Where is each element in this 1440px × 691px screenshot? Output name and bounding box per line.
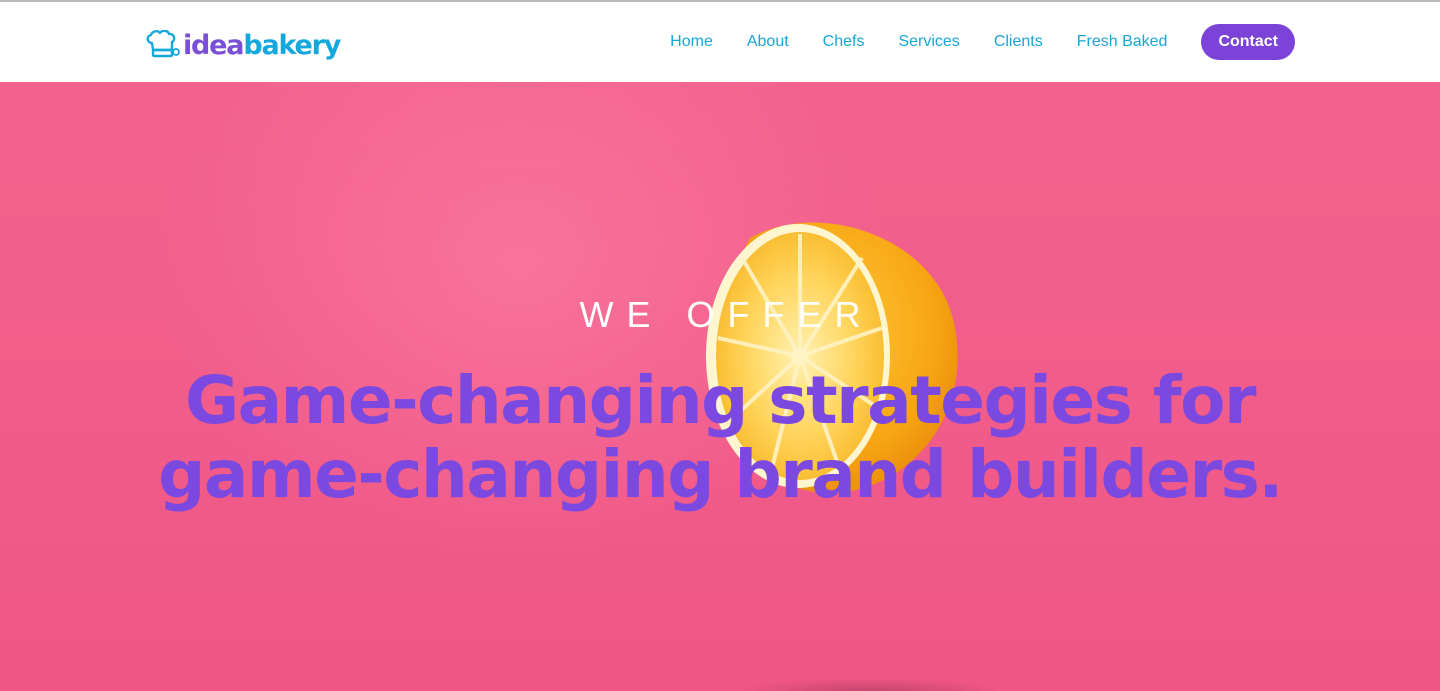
site-logo[interactable]: ideabakery bbox=[145, 26, 341, 64]
site-header: ideabakery Home About Chefs Services Cli… bbox=[0, 2, 1440, 82]
nav-link-clients[interactable]: Clients bbox=[994, 33, 1043, 51]
hero-section: WE OFFER Game-changing strategies for ga… bbox=[0, 82, 1440, 691]
hero-eyebrow: WE OFFER bbox=[579, 294, 874, 335]
logo-wordmark: ideabakery bbox=[183, 29, 341, 61]
hero-bottom-shadow bbox=[740, 678, 1000, 691]
contact-button[interactable]: Contact bbox=[1201, 24, 1295, 60]
hero-headline-line-1: Game-changing strategies for bbox=[184, 362, 1257, 439]
nav-link-services[interactable]: Services bbox=[898, 33, 959, 51]
nav-link-fresh-baked[interactable]: Fresh Baked bbox=[1077, 33, 1168, 51]
nav-link-home[interactable]: Home bbox=[670, 33, 713, 51]
chef-hat-icon bbox=[146, 30, 180, 58]
logo-text-bakery: bakery bbox=[243, 29, 341, 61]
nav-link-chefs[interactable]: Chefs bbox=[823, 33, 865, 51]
hero-headline: Game-changing strategies for game-changi… bbox=[0, 364, 1440, 512]
nav-link-about[interactable]: About bbox=[747, 33, 789, 51]
main-nav: Home About Chefs Services Clients Fresh … bbox=[670, 24, 1295, 60]
logo-text-idea: idea bbox=[183, 29, 245, 61]
hero-headline-line-2: game-changing brand builders. bbox=[158, 436, 1283, 513]
